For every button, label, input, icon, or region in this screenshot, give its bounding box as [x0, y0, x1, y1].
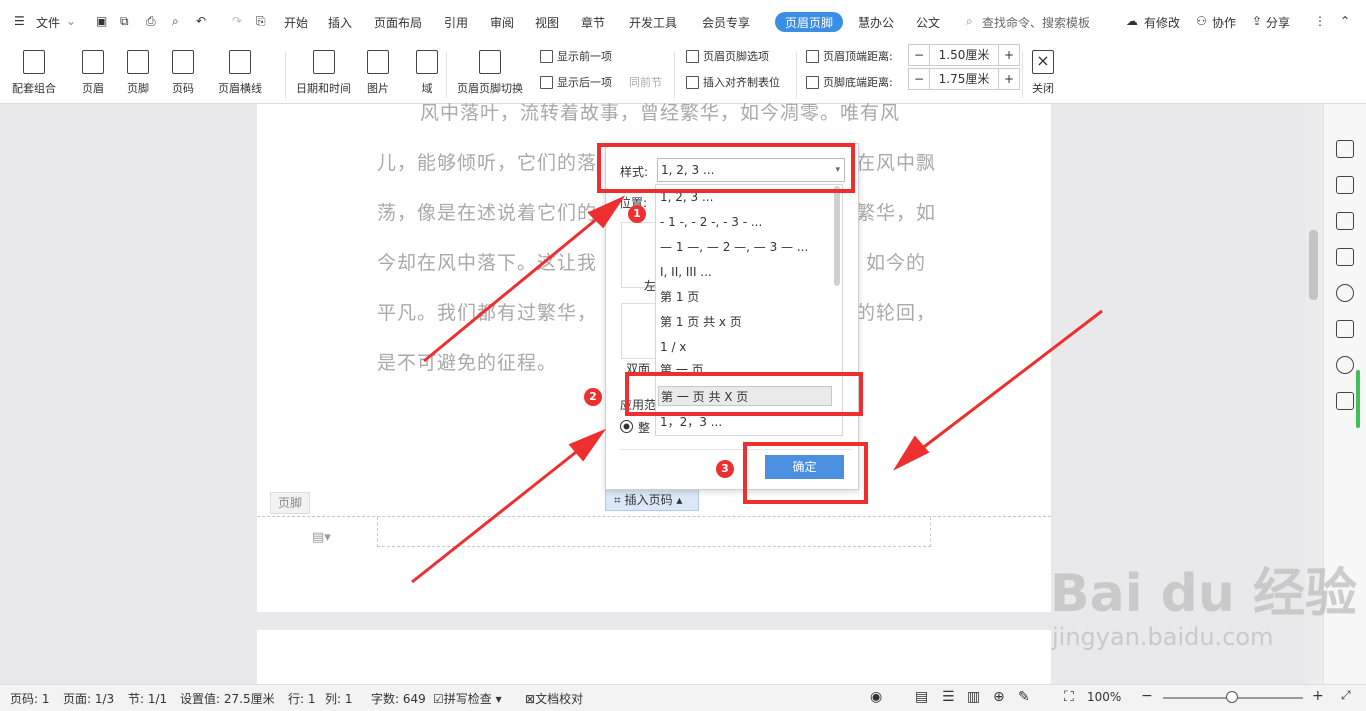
status-row[interactable]: 行: 1: [288, 690, 316, 707]
zoom-level[interactable]: 100%: [1087, 690, 1121, 704]
check-icon: ☑: [433, 692, 444, 706]
sliders-icon[interactable]: [1336, 248, 1354, 266]
status-pages[interactable]: 页面: 1/3: [63, 690, 114, 707]
arrow-1: [423, 211, 605, 363]
pen-icon[interactable]: [1336, 176, 1354, 194]
location-icon[interactable]: [1336, 356, 1354, 374]
chevron-down-icon: ▾: [491, 692, 502, 706]
progress-indicator: [1356, 370, 1360, 428]
watermark-url: jingyan.baidu.com: [1052, 623, 1274, 651]
proof-icon: ⊠: [525, 692, 536, 706]
status-setting[interactable]: 设置值: 27.5厘米: [180, 690, 275, 707]
fit-icon[interactable]: ⛶: [1064, 689, 1074, 705]
book-icon[interactable]: [1336, 392, 1354, 410]
status-col[interactable]: 列: 1: [325, 690, 353, 707]
arrow-3: [911, 309, 1103, 458]
outline-view-icon[interactable]: ☰: [942, 689, 955, 705]
cursor-icon[interactable]: [1336, 212, 1354, 230]
status-page[interactable]: 页码: 1: [10, 690, 50, 707]
eye-icon[interactable]: ◉: [870, 689, 882, 705]
zoom-thumb[interactable]: [1226, 691, 1238, 703]
write-view-icon[interactable]: ✎: [1018, 689, 1030, 705]
fullscreen-icon[interactable]: ⤢: [1341, 688, 1351, 703]
reading-view-icon[interactable]: ▥: [967, 689, 980, 705]
translate-icon[interactable]: [1336, 320, 1354, 338]
zoom-out-icon[interactable]: −: [1141, 688, 1153, 704]
rocket-icon[interactable]: [1336, 140, 1354, 158]
arrow-2-head: [568, 428, 607, 462]
status-words[interactable]: 字数: 649: [371, 690, 426, 707]
status-section[interactable]: 节: 1/1: [128, 690, 167, 707]
arrow-3-head: [892, 435, 930, 471]
page-view-icon[interactable]: ▤: [915, 689, 928, 705]
zoom-in-icon[interactable]: +: [1312, 688, 1324, 704]
spell-check-button[interactable]: ☑拼写检查 ▾: [433, 690, 502, 707]
scroll-thumb[interactable]: [1309, 230, 1318, 300]
watermark-brand: Bai du 经验: [1050, 564, 1357, 624]
web-view-icon[interactable]: ⊕: [993, 689, 1005, 705]
arrow-2: [411, 443, 586, 584]
help-icon[interactable]: [1336, 284, 1354, 302]
proof-button[interactable]: ⊠文档校对: [525, 690, 583, 707]
baidu-watermark: Bai du 经验 jingyan.baidu.com: [1050, 565, 1357, 651]
